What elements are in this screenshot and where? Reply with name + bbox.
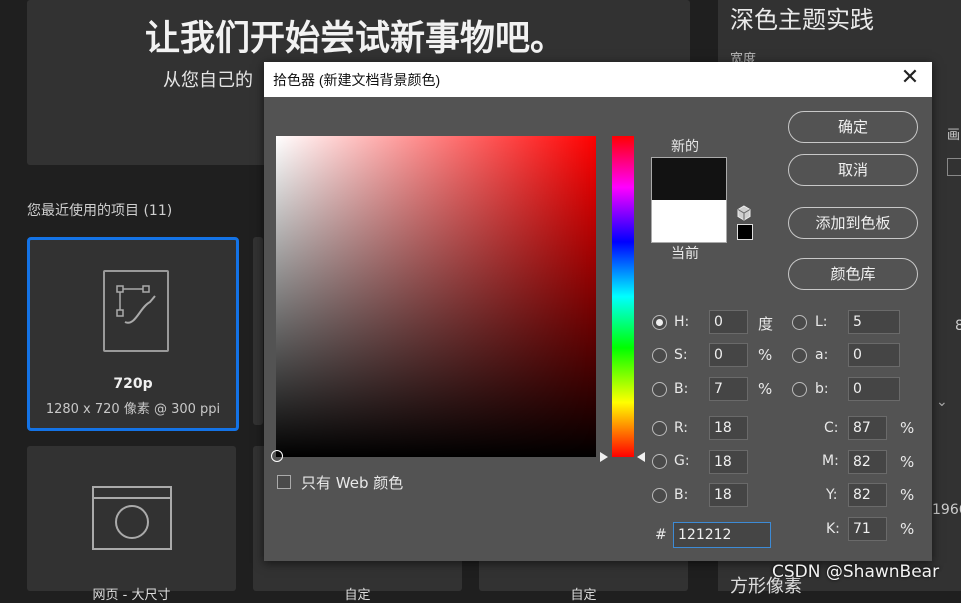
watermark: CSDN @ShawnBear bbox=[772, 562, 940, 582]
brightness-label: B: bbox=[674, 381, 689, 397]
green-input[interactable]: 18 bbox=[709, 450, 748, 474]
recent-projects-label: 您最近使用的项目 (11) bbox=[27, 203, 173, 219]
hex-label: # bbox=[655, 527, 667, 543]
preset-name[interactable]: 深色主题实践 bbox=[730, 0, 874, 35]
blue-label: B: bbox=[674, 487, 689, 503]
red-radio[interactable] bbox=[652, 421, 667, 436]
hero-title: 让我们开始尝试新事物吧。 bbox=[144, 19, 565, 59]
blue-radio[interactable] bbox=[652, 488, 667, 503]
current-color-swatch[interactable] bbox=[651, 200, 727, 243]
lab-a-label: a: bbox=[815, 347, 829, 363]
add-to-swatches-button[interactable]: 添加到色板 bbox=[788, 207, 918, 239]
red-input[interactable]: 18 bbox=[709, 416, 748, 440]
brightness-radio[interactable] bbox=[652, 382, 667, 397]
card-title: 自定 bbox=[344, 588, 371, 603]
recent-card-web[interactable]: 网页 - 大尺寸 bbox=[27, 446, 236, 603]
magenta-input[interactable]: 82 bbox=[848, 450, 887, 474]
blue-input[interactable]: 18 bbox=[709, 483, 748, 507]
value-fragment: 1966 bbox=[932, 502, 961, 518]
value-fragment: 8 bbox=[955, 318, 961, 334]
web-colors-only-label: 只有 Web 颜色 bbox=[301, 474, 404, 492]
yellow-unit: % bbox=[900, 486, 915, 504]
document-icon bbox=[103, 270, 169, 352]
lab-a-input[interactable]: 0 bbox=[848, 343, 900, 367]
hue-input[interactable]: 0 bbox=[709, 310, 748, 334]
black-label: K: bbox=[826, 521, 840, 537]
color-picker-dialog: 拾色器 (新建文档背景颜色) ✕ 只有 Web 颜色 新的 当前 确定 取消 添… bbox=[264, 62, 932, 561]
hue-slider[interactable] bbox=[612, 136, 634, 457]
lab-b-label: b: bbox=[815, 381, 829, 397]
hue-radio[interactable] bbox=[652, 315, 667, 330]
lab-b-input[interactable]: 0 bbox=[848, 377, 900, 401]
card-title: 720p bbox=[113, 376, 153, 392]
orientation-label-fragment: 画 bbox=[947, 128, 961, 143]
card-title: 网页 - 大尺寸 bbox=[92, 588, 171, 603]
magenta-unit: % bbox=[900, 453, 915, 471]
saturation-label: S: bbox=[674, 347, 688, 363]
card-title: 自定 bbox=[570, 588, 597, 603]
ok-button[interactable]: 确定 bbox=[788, 111, 918, 143]
lab-a-radio[interactable] bbox=[792, 348, 807, 363]
cyan-unit: % bbox=[900, 419, 915, 437]
yellow-input[interactable]: 82 bbox=[848, 483, 887, 507]
green-radio[interactable] bbox=[652, 454, 667, 469]
current-color-label: 当前 bbox=[671, 246, 699, 262]
new-color-label: 新的 bbox=[671, 139, 699, 155]
lab-l-label: L: bbox=[815, 314, 828, 330]
lab-l-input[interactable]: 5 bbox=[848, 310, 900, 334]
saturation-input[interactable]: 0 bbox=[709, 343, 748, 367]
chevron-down-icon[interactable]: ⌄ bbox=[936, 394, 948, 410]
green-label: G: bbox=[674, 453, 690, 469]
magenta-label: M: bbox=[822, 453, 839, 469]
hero-subtitle: 从您自己的 bbox=[163, 70, 253, 91]
pen-path-icon bbox=[116, 285, 156, 324]
dialog-title: 拾色器 (新建文档背景颜色) bbox=[273, 72, 441, 88]
cancel-button[interactable]: 取消 bbox=[788, 154, 918, 186]
out-of-gamut-cube-icon[interactable] bbox=[736, 205, 752, 221]
web-colors-only-checkbox[interactable] bbox=[277, 475, 291, 489]
hue-slider-handle-left[interactable] bbox=[600, 452, 608, 462]
recent-card-720p[interactable]: 720p 1280 x 720 像素 @ 300 ppi bbox=[27, 237, 239, 431]
cyan-label: C: bbox=[824, 420, 839, 436]
dialog-titlebar: 拾色器 (新建文档背景颜色) ✕ bbox=[264, 62, 932, 97]
close-icon[interactable]: ✕ bbox=[898, 65, 922, 91]
saturation-brightness-field[interactable] bbox=[271, 136, 596, 462]
hue-label: H: bbox=[674, 314, 690, 330]
hue-slider-handle-right[interactable] bbox=[637, 452, 645, 462]
saturation-unit: % bbox=[758, 346, 773, 364]
color-libraries-button[interactable]: 颜色库 bbox=[788, 258, 918, 290]
color-marker[interactable] bbox=[271, 450, 283, 462]
recent-card-2[interactable] bbox=[253, 237, 263, 425]
orientation-checkbox[interactable] bbox=[947, 158, 961, 176]
hue-unit: 度 bbox=[758, 315, 774, 333]
black-input[interactable]: 71 bbox=[848, 517, 887, 541]
brightness-input[interactable]: 7 bbox=[709, 377, 748, 401]
saturation-radio[interactable] bbox=[652, 348, 667, 363]
yellow-label: Y: bbox=[826, 487, 838, 503]
red-label: R: bbox=[674, 420, 689, 436]
new-color-swatch bbox=[651, 157, 727, 201]
lab-l-radio[interactable] bbox=[792, 315, 807, 330]
cyan-input[interactable]: 87 bbox=[848, 416, 887, 440]
web-safe-color-swatch[interactable] bbox=[737, 224, 753, 240]
lab-b-radio[interactable] bbox=[792, 382, 807, 397]
black-unit: % bbox=[900, 520, 915, 538]
brightness-unit: % bbox=[758, 380, 773, 398]
card-subtitle: 1280 x 720 像素 @ 300 ppi bbox=[45, 402, 221, 417]
hex-input[interactable]: 121212 bbox=[673, 522, 771, 548]
web-page-icon bbox=[92, 486, 172, 550]
